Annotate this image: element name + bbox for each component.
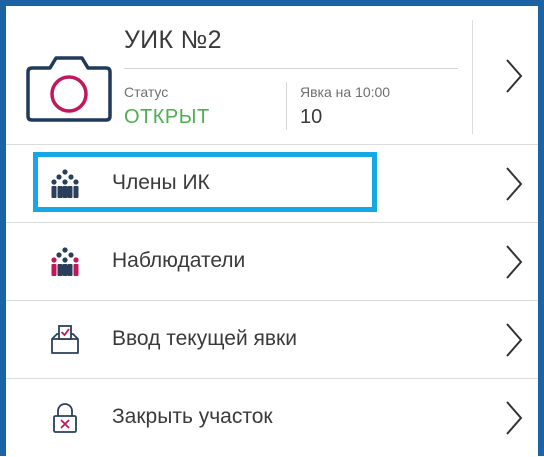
divider [286,82,287,130]
station-title: УИК №2 [124,26,222,54]
status-label: Статус [124,84,169,100]
highlight-box [33,152,377,212]
menu-item-label: Наблюдатели [112,249,246,272]
menu-item-observers[interactable]: Наблюдатели [6,223,538,301]
turnout-value: 10 [300,106,323,128]
ballot-box-icon [51,325,79,354]
menu-item-label: Ввод текущей явки [112,327,297,350]
chevron-right-icon[interactable] [504,166,524,202]
chevron-right-icon[interactable] [504,244,524,280]
observers-group-icon [51,247,79,276]
polling-station-header[interactable]: УИК №2 Статус ОТКРЫТ Явка на 10:00 10 [6,6,538,145]
chevron-right-icon[interactable] [504,58,524,94]
status-value: ОТКРЫТ [124,106,210,128]
chevron-right-icon[interactable] [504,322,524,358]
menu-item-close-station[interactable]: Закрыть участок [6,379,538,457]
camera-icon [26,56,112,122]
divider [472,20,473,134]
menu-item-label: Закрыть участок [112,405,273,428]
turnout-label: Явка на 10:00 [300,84,391,100]
padlock-icon [53,403,77,433]
menu-item-enter-turnout[interactable]: Ввод текущей явки [6,301,538,379]
chevron-right-icon[interactable] [504,400,524,436]
divider [124,68,458,69]
